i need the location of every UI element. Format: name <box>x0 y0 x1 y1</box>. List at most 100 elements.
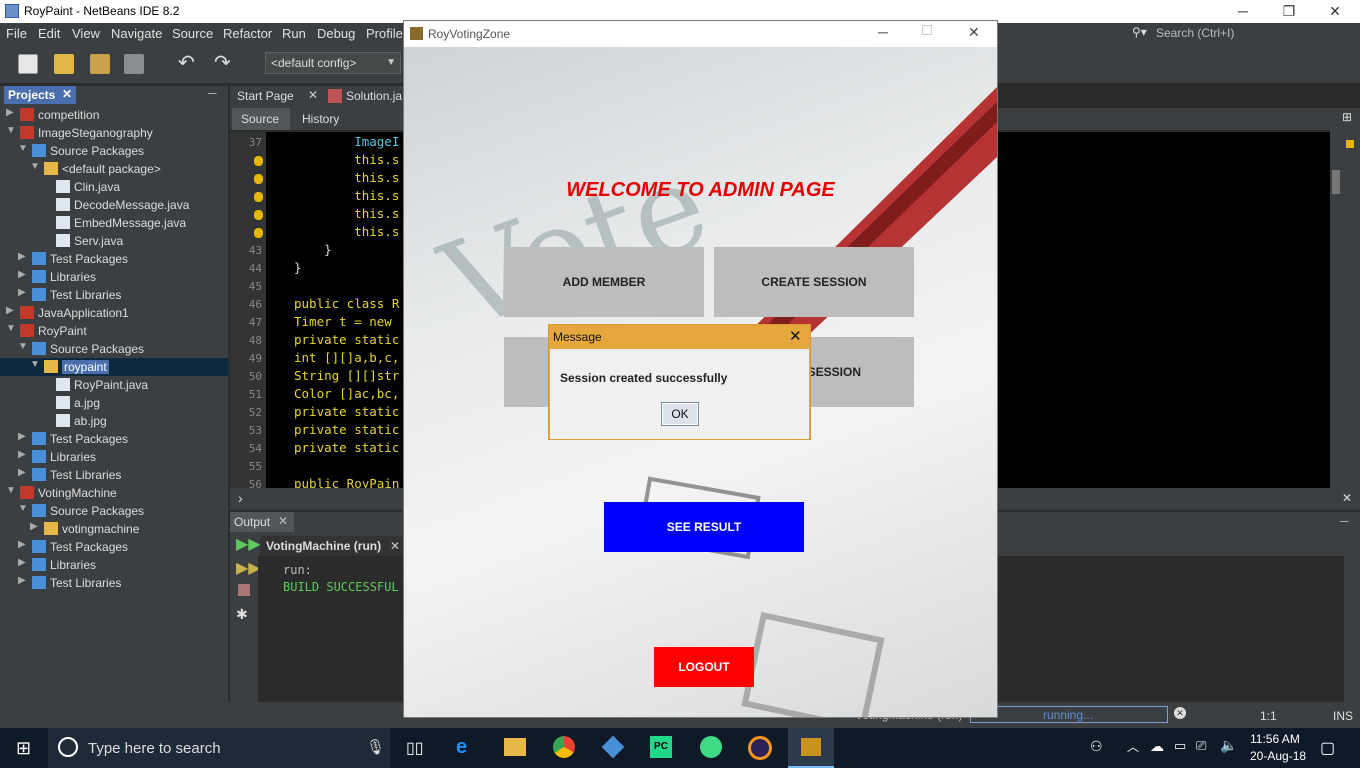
tree-item[interactable]: ▶ votingmachine <box>0 520 228 538</box>
ide-search-input[interactable]: ⚲▾ Search (Ctrl+I) <box>1130 25 1356 42</box>
tree-item[interactable]: EmbedMessage.java <box>0 214 228 232</box>
onedrive-icon[interactable]: ☁ <box>1150 738 1164 755</box>
chevron-right-icon[interactable]: › <box>238 490 243 506</box>
expand-arrow-icon[interactable]: ▼ <box>6 485 16 496</box>
close-icon[interactable]: ✕ <box>62 87 72 101</box>
menu-profile[interactable]: Profile <box>366 26 403 41</box>
close-button[interactable]: ✕ <box>1312 0 1358 23</box>
menu-source[interactable]: Source <box>172 26 213 41</box>
windows-start-icon[interactable]: ⊞ <box>16 738 31 759</box>
chevron-up-icon[interactable]: ︿ <box>1127 738 1139 755</box>
see-result-button[interactable]: SEE RESULT <box>604 502 804 552</box>
new-file-icon[interactable] <box>18 54 38 74</box>
tab-votingmachine-run[interactable]: VotingMachine (run) ✕ <box>260 536 408 556</box>
config-select[interactable]: <default config> ▼ <box>265 52 401 74</box>
menu-run[interactable]: Run <box>282 26 306 41</box>
java-app-taskbar-item[interactable] <box>788 728 834 768</box>
tree-item[interactable]: ▶ Test Libraries <box>0 574 228 592</box>
menu-file[interactable]: File <box>6 26 27 41</box>
open-project-icon[interactable] <box>90 54 110 74</box>
redo-icon[interactable]: ↷ <box>214 53 234 74</box>
expand-arrow-icon[interactable]: ▶ <box>30 521 38 532</box>
tree-item[interactable]: ▶ competition <box>0 106 228 124</box>
tab-output[interactable]: Output ✕ <box>230 512 294 532</box>
close-icon[interactable]: ✕ <box>789 327 802 345</box>
minimize-panel-icon[interactable]: ─ <box>1340 514 1349 528</box>
tab-start-page[interactable]: Start Page <box>237 89 294 103</box>
chrome-icon[interactable] <box>553 736 575 758</box>
add-member-button[interactable]: ADD MEMBER <box>504 247 704 317</box>
menu-navigate[interactable]: Navigate <box>111 26 162 41</box>
expand-arrow-icon[interactable]: ▼ <box>30 359 40 370</box>
save-all-icon[interactable] <box>124 54 144 74</box>
expand-arrow-icon[interactable]: ▼ <box>18 503 28 514</box>
rerun-icon[interactable]: ▶▶ <box>236 534 261 554</box>
clock-date[interactable]: 20-Aug-18 <box>1250 749 1306 763</box>
ok-button[interactable]: OK <box>661 402 699 426</box>
wrench-icon[interactable]: ✱ <box>236 606 248 623</box>
tree-item[interactable]: RoyPaint.java <box>0 376 228 394</box>
expand-arrow-icon[interactable]: ▶ <box>18 467 26 478</box>
create-session-button[interactable]: CREATE SESSION <box>714 247 914 317</box>
tab-solution[interactable]: Solution.ja <box>346 89 402 103</box>
tab-history[interactable]: History <box>302 112 339 126</box>
hint-bulb-icon[interactable] <box>254 156 263 166</box>
network-icon[interactable]: ⎚ <box>1196 738 1206 754</box>
tree-item[interactable]: a.jpg <box>0 394 228 412</box>
expand-arrow-icon[interactable]: ▶ <box>18 251 26 262</box>
close-icon[interactable]: ✕ <box>278 514 288 528</box>
tree-item[interactable]: ▼ roypaint <box>0 358 228 376</box>
tree-item[interactable]: ▶ Test Libraries <box>0 466 228 484</box>
expand-arrow-icon[interactable]: ▼ <box>6 323 16 334</box>
expand-arrow-icon[interactable]: ▶ <box>6 107 14 118</box>
action-center-icon[interactable]: ▢ <box>1320 738 1335 758</box>
close-icon[interactable]: ✕ <box>1342 491 1352 505</box>
tree-item[interactable]: ▼ <default package> <box>0 160 228 178</box>
cancel-task-icon[interactable]: ✕ <box>1174 707 1186 719</box>
expand-arrow-icon[interactable]: ▼ <box>18 143 28 154</box>
hint-bulb-icon[interactable] <box>254 210 263 220</box>
tree-item[interactable]: DecodeMessage.java <box>0 196 228 214</box>
close-button[interactable]: ✕ <box>968 24 980 41</box>
tree-item[interactable]: Serv.java <box>0 232 228 250</box>
expand-arrow-icon[interactable]: ▶ <box>18 287 26 298</box>
expand-arrow-icon[interactable]: ▶ <box>6 305 14 316</box>
tree-item[interactable]: ▼ Source Packages <box>0 142 228 160</box>
virtualbox-icon[interactable] <box>601 735 625 759</box>
tab-projects[interactable]: Projects ✕ <box>4 86 76 104</box>
tree-item[interactable]: ▼ RoyPaint <box>0 322 228 340</box>
tree-item[interactable]: ▶ Libraries <box>0 556 228 574</box>
volume-icon[interactable]: 🔈 <box>1220 737 1237 754</box>
menu-debug[interactable]: Debug <box>317 26 355 41</box>
close-icon[interactable]: ✕ <box>390 539 400 553</box>
tree-item[interactable]: ab.jpg <box>0 412 228 430</box>
expand-arrow-icon[interactable]: ▼ <box>18 341 28 352</box>
people-icon[interactable]: ⚇ <box>1090 738 1103 755</box>
clock-time[interactable]: 11:56 AM <box>1250 732 1300 746</box>
tree-item[interactable]: ▼ Source Packages <box>0 502 228 520</box>
hint-bulb-icon[interactable] <box>254 192 263 202</box>
expand-arrow-icon[interactable]: ▼ <box>6 125 16 136</box>
tab-source[interactable]: Source <box>241 112 279 126</box>
microphone-icon[interactable]: 🎙 <box>366 738 385 756</box>
expand-arrow-icon[interactable]: ▶ <box>18 269 26 280</box>
expand-arrow-icon[interactable]: ▶ <box>18 539 26 550</box>
rerun-params-icon[interactable]: ▶▶ <box>236 558 261 578</box>
tree-item[interactable]: ▼ Source Packages <box>0 340 228 358</box>
tree-item[interactable]: ▶ Test Packages <box>0 430 228 448</box>
minimize-button[interactable]: ─ <box>878 24 888 40</box>
tree-item[interactable]: ▶ Test Packages <box>0 250 228 268</box>
taskbar-search-box[interactable]: Type here to search 🎙 <box>48 728 390 768</box>
expand-arrow-icon[interactable]: ▶ <box>18 431 26 442</box>
expand-arrow-icon[interactable]: ▶ <box>18 557 26 568</box>
stop-icon[interactable] <box>238 584 250 596</box>
maximize-button[interactable]: ❐ <box>1266 0 1312 23</box>
minimize-button[interactable]: ─ <box>1220 0 1266 23</box>
expand-arrow-icon[interactable]: ▼ <box>30 161 40 172</box>
maximize-button[interactable] <box>922 25 932 35</box>
pycharm-icon[interactable]: PC <box>650 736 672 758</box>
menu-edit[interactable]: Edit <box>38 26 60 41</box>
close-icon[interactable]: ✕ <box>308 88 318 102</box>
expand-arrow-icon[interactable]: ▶ <box>18 575 26 586</box>
logout-button[interactable]: LOGOUT <box>654 647 754 687</box>
